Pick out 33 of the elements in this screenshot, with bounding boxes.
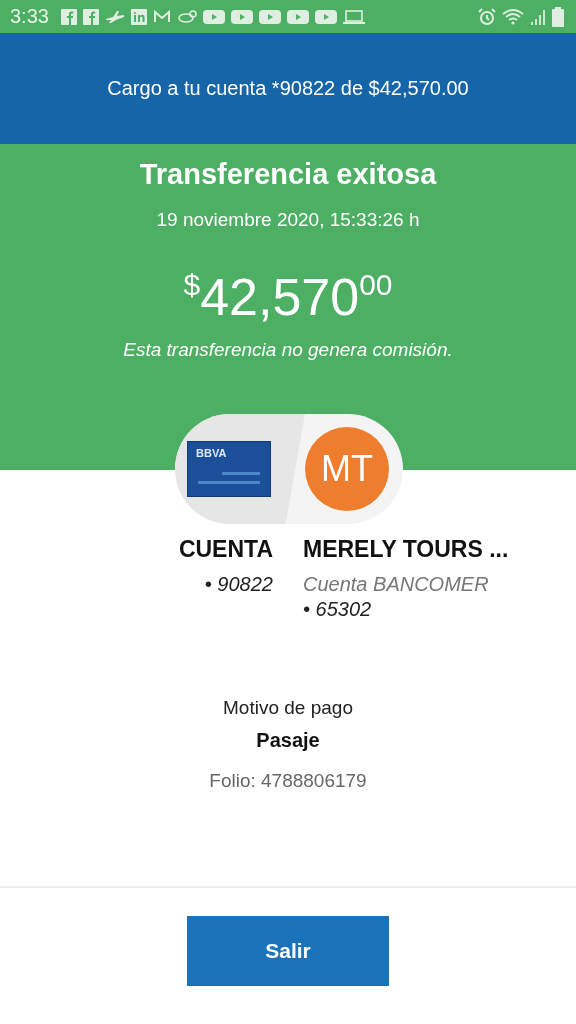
amount: $^{$}$42,570$^{00}$ [183,267,393,327]
plane-icon [104,9,125,24]
success-title: Transferencia exitosa [139,158,437,191]
video-icon [230,9,253,24]
recipient-avatar: MT [305,427,389,511]
battery-icon [552,6,564,27]
video-icon [286,9,309,24]
alarm-icon [478,7,496,26]
facebook-icon [60,8,77,25]
payment-reason-label: Motivo de pago [223,697,353,719]
recipient-bank: Cuenta BANCOMER [303,573,490,596]
header-title: Cargo a tu cuenta *90822 de $42,570.00 [107,77,469,100]
folio: Folio: 4788806179 [209,770,367,792]
video-icon [258,9,281,24]
exit-button[interactable]: Salir [187,916,389,986]
origin-name: CUENTA [177,536,273,563]
clock: 3:33 [10,5,49,28]
facebook-icon [82,8,99,25]
bird-icon [176,9,197,24]
video-icon [314,9,337,24]
commission-note: Esta transferencia no genera comisión. [123,339,453,361]
recipient-name: MERELY TOURS ... [303,536,510,563]
signal-icon [530,7,546,26]
recipient-account: • 65302 [303,598,373,621]
origin-account: • 90822 [203,573,273,596]
card-logo: BBVA [196,447,227,459]
mail-icon [152,9,171,24]
wifi-icon [502,7,524,26]
transfer-date: 19 noviembre 2020, 15:33:26 h [156,209,420,231]
video-icon [202,9,225,24]
laptop-icon [342,9,365,24]
linkedin-icon [130,8,147,25]
payment-reason: Pasaje [256,729,320,752]
